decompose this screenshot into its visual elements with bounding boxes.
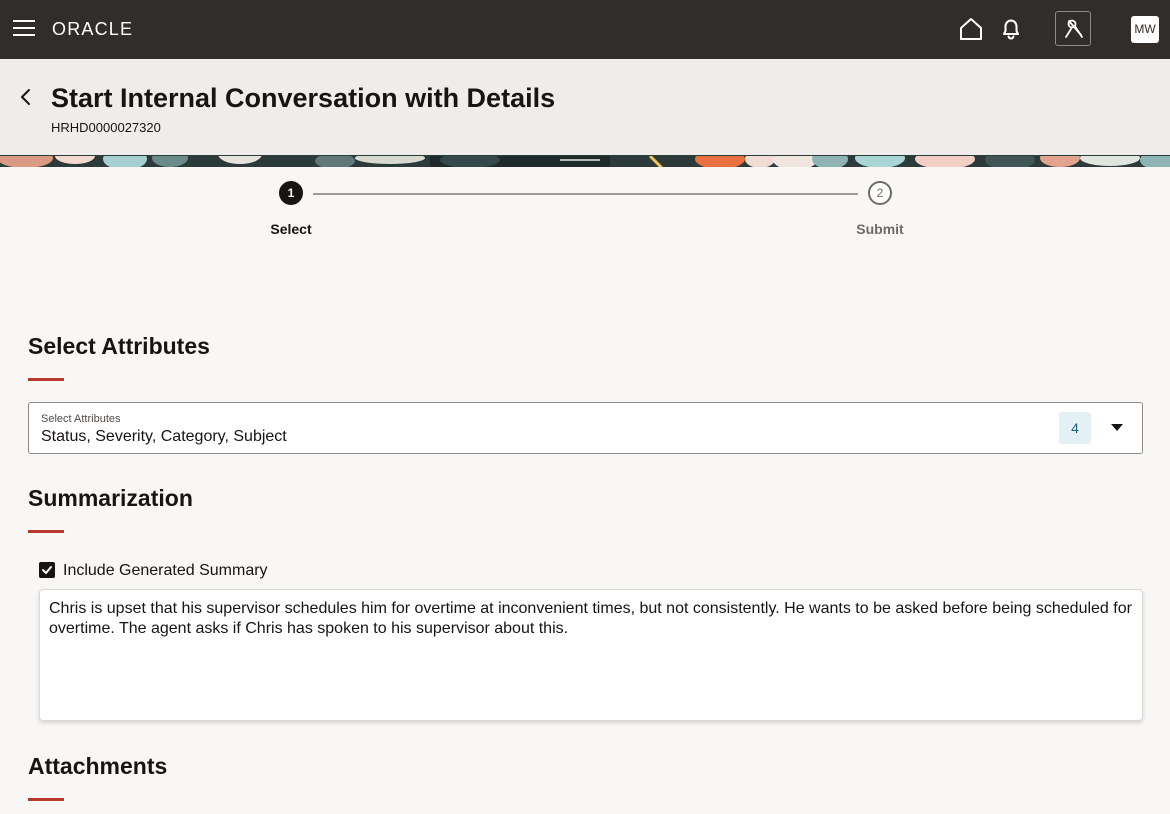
page-header: Start Internal Conversation with Details… [0, 59, 1170, 155]
train-connector-line [313, 193, 858, 195]
include-summary-checkbox[interactable] [39, 562, 55, 578]
select-attributes-heading: Select Attributes [28, 333, 210, 359]
assistant-icon [1065, 19, 1083, 38]
step-2-indicator[interactable]: 2 [868, 181, 892, 205]
case-number: HRHD0000027320 [51, 120, 161, 135]
summary-textarea[interactable]: Chris is upset that his supervisor sched… [39, 589, 1143, 721]
summarization-heading: Summarization [28, 485, 193, 511]
selected-count-badge: 4 [1059, 412, 1091, 444]
checkmark-icon [42, 566, 52, 574]
hamburger-menu-icon[interactable] [13, 20, 35, 37]
section-underline [28, 798, 64, 801]
dropdown-arrow-icon[interactable] [1111, 424, 1123, 431]
step-1-label[interactable]: Select [241, 221, 341, 237]
oracle-logo[interactable]: ORACLE [52, 18, 133, 40]
select-attributes-dropdown[interactable]: Select Attributes Status, Severity, Cate… [28, 402, 1143, 454]
include-summary-label[interactable]: Include Generated Summary [63, 561, 268, 580]
page-title: Start Internal Conversation with Details [51, 83, 556, 113]
attachments-heading: Attachments [28, 753, 168, 779]
step-2-label[interactable]: Submit [830, 221, 930, 237]
select-attributes-label: Select Attributes [41, 413, 121, 425]
home-icon[interactable] [957, 15, 985, 43]
decorative-banner [0, 155, 1170, 167]
section-underline [28, 530, 64, 533]
bell-icon[interactable] [997, 15, 1025, 43]
step-1-indicator[interactable]: 1 [279, 181, 303, 205]
user-avatar[interactable]: MW [1131, 16, 1159, 43]
section-underline [28, 378, 64, 381]
select-attributes-value: Status, Severity, Category, Subject [41, 428, 287, 445]
back-chevron-icon[interactable] [16, 86, 36, 108]
digital-assistant-button[interactable] [1055, 11, 1091, 46]
global-header: ORACLE MW [0, 0, 1170, 59]
